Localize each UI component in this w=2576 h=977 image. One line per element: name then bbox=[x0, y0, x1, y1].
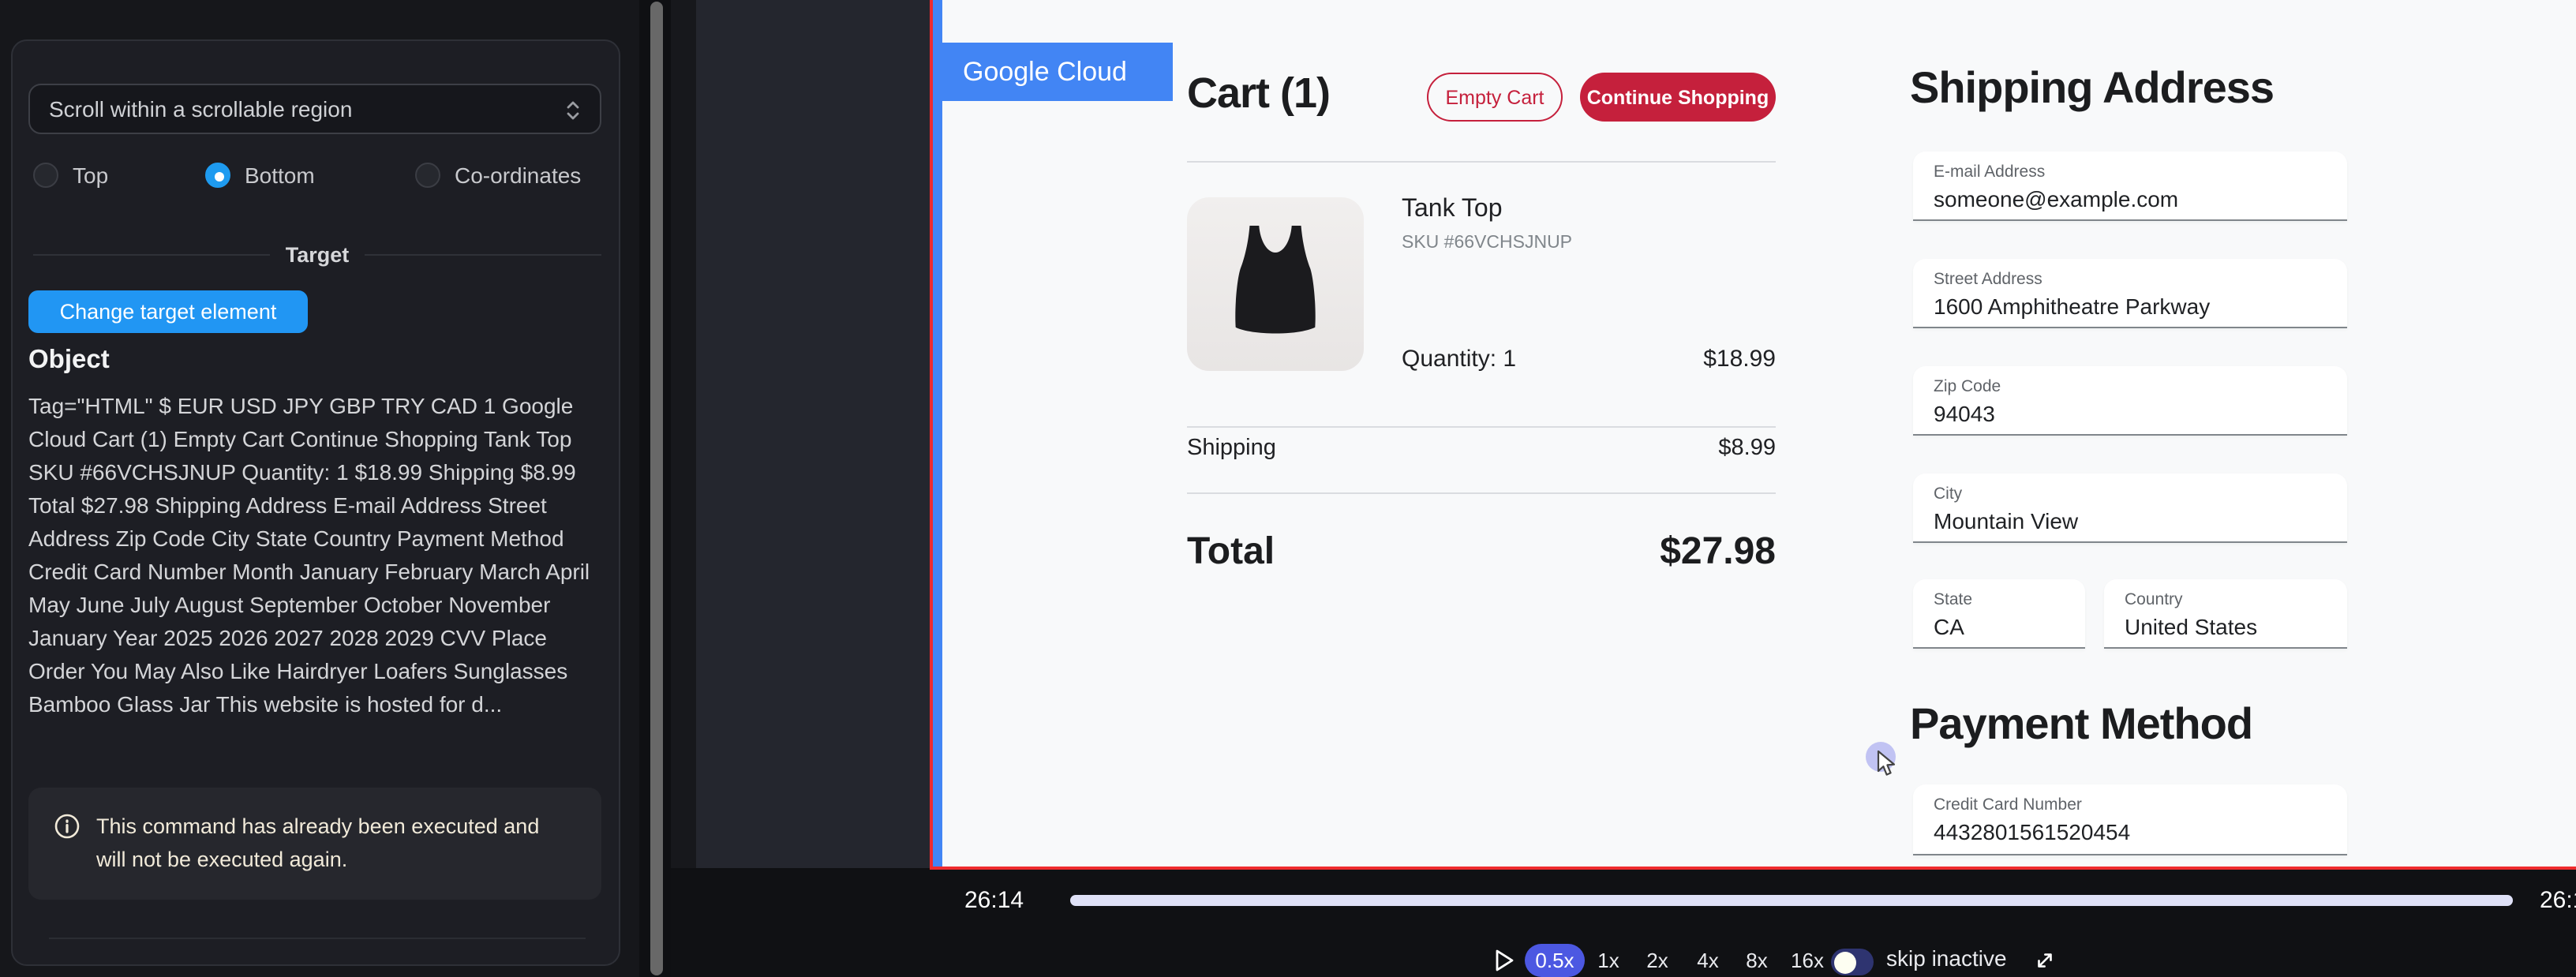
panel-scrollbar-thumb[interactable] bbox=[650, 2, 663, 975]
cart-title: Cart (1) bbox=[1187, 69, 1330, 118]
shipping-label: Shipping bbox=[1187, 436, 1276, 461]
replay-stage-background bbox=[696, 0, 931, 868]
zip-field[interactable]: Zip Code 94043 bbox=[1913, 366, 2347, 436]
action-select-value: Scroll within a scrollable region bbox=[49, 96, 352, 122]
radio-top[interactable]: Top bbox=[33, 163, 108, 188]
credit-card-label: Credit Card Number bbox=[1934, 795, 2082, 814]
divider-line bbox=[33, 253, 270, 255]
state-label: State bbox=[1934, 590, 1972, 609]
progress-track[interactable] bbox=[1070, 895, 2513, 906]
speed-4x-button[interactable]: 4x bbox=[1684, 944, 1732, 977]
tank-top-graphic bbox=[1217, 218, 1334, 350]
state-field[interactable]: State CA bbox=[1913, 579, 2085, 649]
info-banner: This command has already been executed a… bbox=[28, 788, 601, 900]
product-sku: SKU #66VCHSJNUP bbox=[1402, 234, 1572, 253]
city-field[interactable]: City Mountain View bbox=[1913, 474, 2347, 543]
zip-value: 94043 bbox=[1934, 401, 1995, 426]
info-icon bbox=[54, 813, 80, 840]
empty-cart-button[interactable]: Empty Cart bbox=[1427, 73, 1563, 122]
current-time: 26:14 bbox=[964, 887, 1024, 914]
object-heading: Object bbox=[28, 346, 110, 376]
divider bbox=[1187, 161, 1776, 163]
city-label: City bbox=[1934, 485, 1962, 503]
object-description: Tag="HTML" $ EUR USD JPY GBP TRY CAD 1 G… bbox=[28, 390, 606, 721]
skip-inactive-label: skip inactive bbox=[1886, 945, 2007, 971]
product-price: $18.99 bbox=[1703, 346, 1776, 372]
target-section-divider: Target bbox=[33, 241, 601, 267]
product-name: Tank Top bbox=[1402, 196, 1503, 224]
element-highlight-border bbox=[933, 0, 942, 867]
app-window: Scroll within a scrollable region Top Bo… bbox=[0, 0, 2576, 977]
divider-line bbox=[365, 253, 601, 255]
speed-0.5x-button[interactable]: 0.5x bbox=[1525, 944, 1585, 977]
action-select[interactable]: Scroll within a scrollable region bbox=[28, 84, 601, 134]
payment-method-heading: Payment Method bbox=[1910, 699, 2252, 750]
mouse-cursor-icon bbox=[1877, 750, 1902, 778]
skip-inactive-toggle[interactable] bbox=[1831, 949, 1874, 975]
total-label: Total bbox=[1187, 530, 1275, 575]
speed-1x-button[interactable]: 1x bbox=[1585, 944, 1632, 977]
country-value: United States bbox=[2125, 614, 2257, 639]
credit-card-field[interactable]: Credit Card Number 4432801561520454 bbox=[1913, 784, 2347, 855]
radio-bottom[interactable]: Bottom bbox=[205, 163, 315, 188]
select-updown-icon bbox=[562, 98, 584, 123]
command-card: Scroll within a scrollable region Top Bo… bbox=[11, 39, 620, 966]
inspector-panel: Scroll within a scrollable region Top Bo… bbox=[0, 0, 639, 977]
divider bbox=[1187, 426, 1776, 428]
target-section-label: Target bbox=[286, 242, 350, 266]
email-label: E-mail Address bbox=[1934, 163, 2045, 182]
card-divider bbox=[49, 938, 586, 939]
end-time: 26:14 bbox=[2540, 887, 2576, 914]
shipping-price: $8.99 bbox=[1718, 436, 1776, 461]
panel-scrollbar-track[interactable] bbox=[639, 0, 671, 977]
street-value: 1600 Amphitheatre Parkway bbox=[1934, 294, 2210, 319]
radio-coordinates-label: Co-ordinates bbox=[455, 163, 581, 188]
email-value: someone@example.com bbox=[1934, 186, 2178, 211]
site-logo-badge: Google Cloud bbox=[942, 43, 1173, 101]
continue-shopping-button[interactable]: Continue Shopping bbox=[1580, 73, 1776, 122]
info-banner-text: This command has already been executed a… bbox=[96, 810, 554, 876]
radio-coordinates-circle[interactable] bbox=[415, 163, 440, 188]
radio-coordinates[interactable]: Co-ordinates bbox=[415, 163, 581, 188]
speed-8x-button[interactable]: 8x bbox=[1733, 944, 1780, 977]
fullscreen-expand-icon[interactable] bbox=[2033, 944, 2057, 977]
stage-left-strip bbox=[671, 0, 696, 868]
scroll-position-radios: Top Bottom Co-ordinates bbox=[13, 163, 622, 189]
radio-bottom-label: Bottom bbox=[245, 163, 315, 188]
radio-top-circle[interactable] bbox=[33, 163, 58, 188]
radio-bottom-circle[interactable] bbox=[205, 163, 230, 188]
country-field[interactable]: Country United States bbox=[2104, 579, 2347, 649]
state-value: CA bbox=[1934, 614, 1964, 639]
street-field[interactable]: Street Address 1600 Amphitheatre Parkway bbox=[1913, 259, 2347, 328]
zip-label: Zip Code bbox=[1934, 377, 2001, 396]
toggle-knob[interactable] bbox=[1833, 951, 1855, 973]
change-target-button[interactable]: Change target element bbox=[28, 290, 308, 333]
credit-card-value: 4432801561520454 bbox=[1934, 819, 2130, 844]
speed-2x-button[interactable]: 2x bbox=[1634, 944, 1681, 977]
replay-player-bar: 26:14 26:14 0.5x 1x 2x 4x 8x 16x skip in… bbox=[671, 870, 2576, 977]
shipping-address-heading: Shipping Address bbox=[1910, 63, 2274, 114]
product-quantity: Quantity: 1 bbox=[1402, 346, 1516, 372]
city-value: Mountain View bbox=[1934, 508, 2078, 533]
street-label: Street Address bbox=[1934, 270, 2042, 289]
radio-top-label: Top bbox=[73, 163, 108, 188]
divider bbox=[1187, 492, 1776, 494]
total-price: $27.98 bbox=[1660, 530, 1776, 575]
email-field[interactable]: E-mail Address someone@example.com bbox=[1913, 152, 2347, 221]
speed-16x-button[interactable]: 16x bbox=[1780, 944, 1834, 977]
replay-page: Google Cloud Cart (1) Empty Cart Continu… bbox=[942, 0, 2576, 867]
country-label: Country bbox=[2125, 590, 2183, 609]
play-button[interactable] bbox=[1492, 944, 1517, 977]
product-image bbox=[1187, 197, 1364, 371]
